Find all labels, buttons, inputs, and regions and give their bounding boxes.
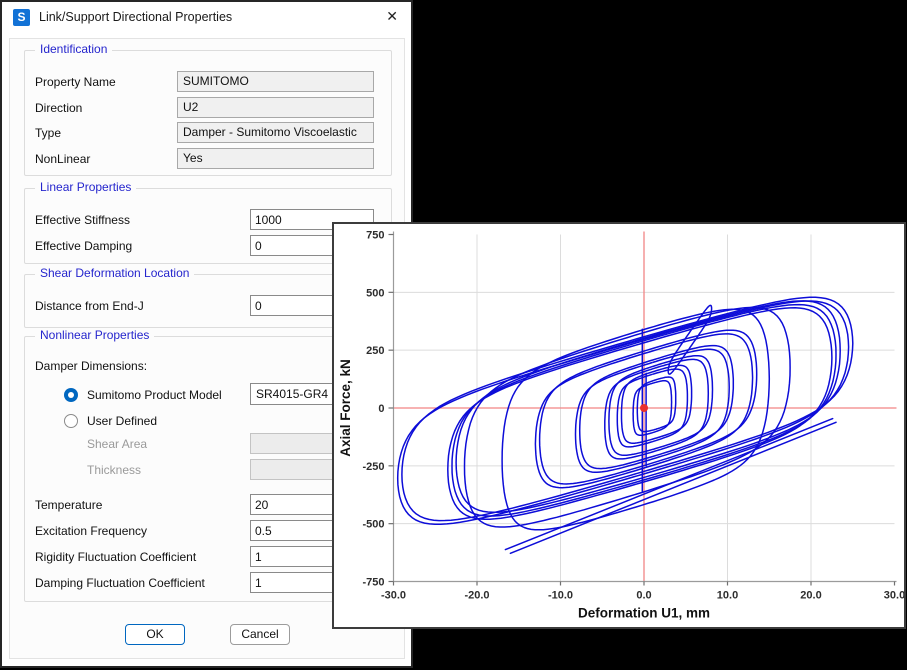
user-defined-label: User Defined [87,414,157,428]
excitation-frequency-label: Excitation Frequency [35,524,147,538]
svg-text:Deformation U1, mm: Deformation U1, mm [578,605,710,620]
property-name-value: SUMITOMO [177,71,374,92]
svg-text:-750: -750 [362,576,384,588]
user-defined-radio[interactable] [64,414,78,428]
nonlinear-value: Yes [177,148,374,169]
group-shear-deformation-caption: Shear Deformation Location [35,266,194,280]
type-label: Type [35,126,61,140]
svg-text:-10.0: -10.0 [548,589,573,601]
direction-value: U2 [177,97,374,118]
group-nonlinear-properties-caption: Nonlinear Properties [35,328,154,342]
svg-text:0.0: 0.0 [636,589,651,601]
svg-text:-250: -250 [362,461,384,473]
hysteresis-plot-window: -30.0 -20.0 -10.0 0.0 10.0 20.0 30.0 750 500 250 0… [332,222,906,629]
shear-area-label: Shear Area [87,437,147,451]
thickness-label: Thickness [87,463,141,477]
sumitomo-product-model-label: Sumitomo Product Model [87,388,222,402]
svg-text:750: 750 [366,230,384,242]
svg-text:Axial Force, kN: Axial Force, kN [338,359,353,457]
svg-text:10.0: 10.0 [717,589,738,601]
type-value: Damper - Sumitomo Viscoelastic [177,122,374,143]
hysteresis-plot: -30.0 -20.0 -10.0 0.0 10.0 20.0 30.0 750 500 250 0… [334,224,904,627]
nonlinear-label: NonLinear [35,152,90,166]
desktop-background: S Link/Support Directional Properties ✕ … [0,0,907,670]
direction-label: Direction [35,101,82,115]
damping-fluctuation-label: Damping Fluctuation Coefficient [35,576,205,590]
svg-text:0: 0 [378,403,384,415]
sap2000-app-icon: S [13,9,30,26]
temperature-label: Temperature [35,498,102,512]
rigidity-fluctuation-label: Rigidity Fluctuation Coefficient [35,550,196,564]
svg-text:-500: -500 [362,519,384,531]
svg-text:30.0: 30.0 [884,589,904,601]
svg-text:-20.0: -20.0 [464,589,489,601]
group-identification-caption: Identification [35,42,112,56]
effective-stiffness-label: Effective Stiffness [35,213,130,227]
cancel-button[interactable]: Cancel [230,624,290,645]
dialog-titlebar[interactable]: S Link/Support Directional Properties ✕ [2,2,411,32]
svg-text:20.0: 20.0 [800,589,821,601]
svg-text:250: 250 [366,345,384,357]
svg-text:-30.0: -30.0 [381,589,406,601]
svg-text:500: 500 [366,287,384,299]
close-icon[interactable]: ✕ [386,8,398,24]
damper-dimensions-label: Damper Dimensions: [35,359,147,373]
effective-damping-label: Effective Damping [35,239,132,253]
dialog-title: Link/Support Directional Properties [39,10,232,24]
ok-button[interactable]: OK [125,624,185,645]
distance-from-endj-label: Distance from End-J [35,299,144,313]
group-linear-properties-caption: Linear Properties [35,180,136,194]
sumitomo-product-model-radio[interactable] [64,388,78,402]
property-name-label: Property Name [35,75,116,89]
